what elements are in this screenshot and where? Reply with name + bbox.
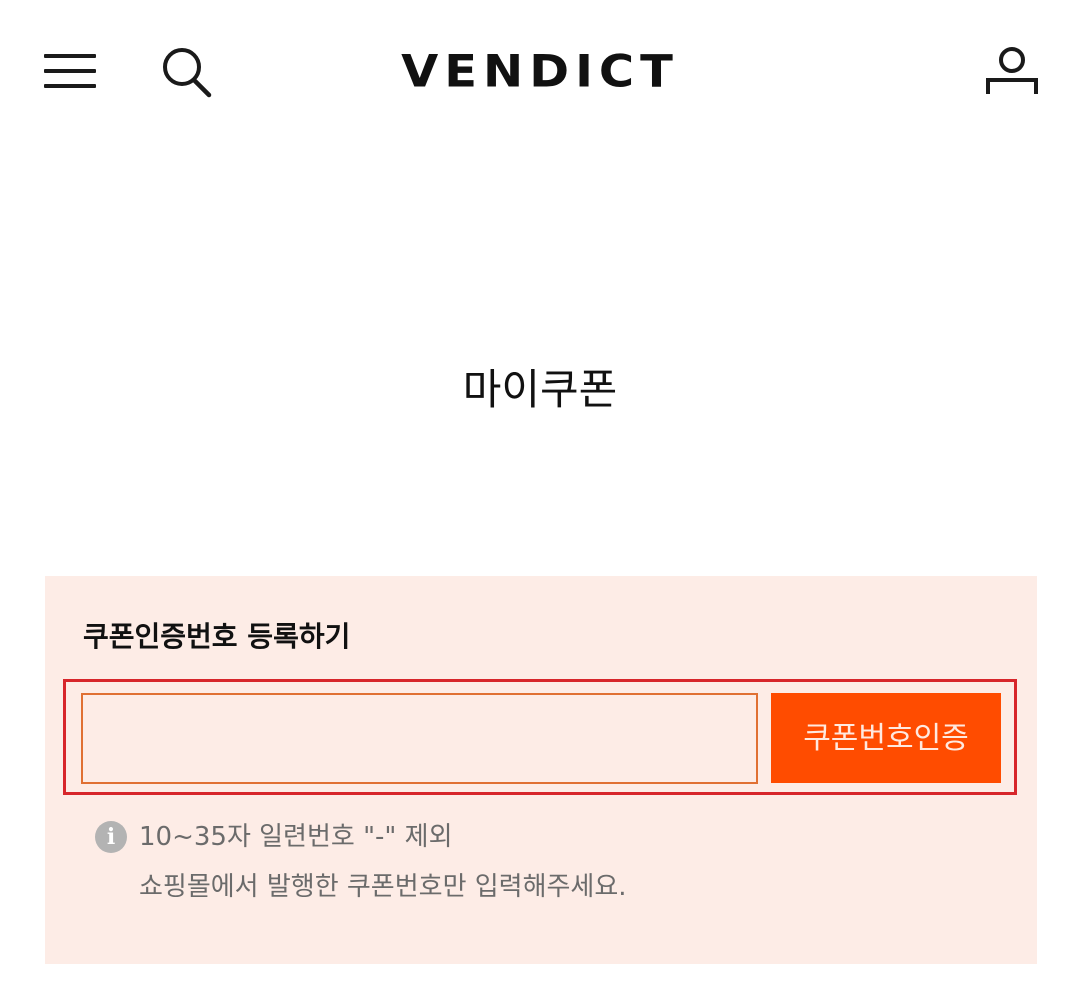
help-text: i 10~35자 일련번호 "-" 제외 쇼핑몰에서 발행한 쿠폰번호만 입력해… bbox=[95, 812, 627, 912]
user-icon[interactable] bbox=[984, 46, 1040, 98]
help-line-2: 쇼핑몰에서 발행한 쿠폰번호만 입력해주세요. bbox=[139, 872, 627, 902]
help-line-1: 10~35자 일련번호 "-" 제외 bbox=[139, 822, 453, 852]
hamburger-menu-icon[interactable] bbox=[44, 50, 98, 92]
coupon-register-heading: 쿠폰인증번호 등록하기 bbox=[83, 620, 351, 653]
verify-coupon-button[interactable]: 쿠폰번호인증 bbox=[771, 693, 1001, 783]
coupon-register-panel: 쿠폰인증번호 등록하기 쿠폰번호인증 i 10~35자 일련번호 "-" 제외 … bbox=[45, 576, 1037, 964]
top-header: VENDICT bbox=[0, 0, 1080, 140]
page-title: 마이쿠폰 bbox=[462, 365, 618, 414]
coupon-number-input[interactable] bbox=[81, 693, 758, 784]
info-icon: i bbox=[95, 821, 127, 853]
brand-logo[interactable]: VENDICT bbox=[390, 46, 690, 98]
search-icon[interactable] bbox=[160, 46, 214, 100]
